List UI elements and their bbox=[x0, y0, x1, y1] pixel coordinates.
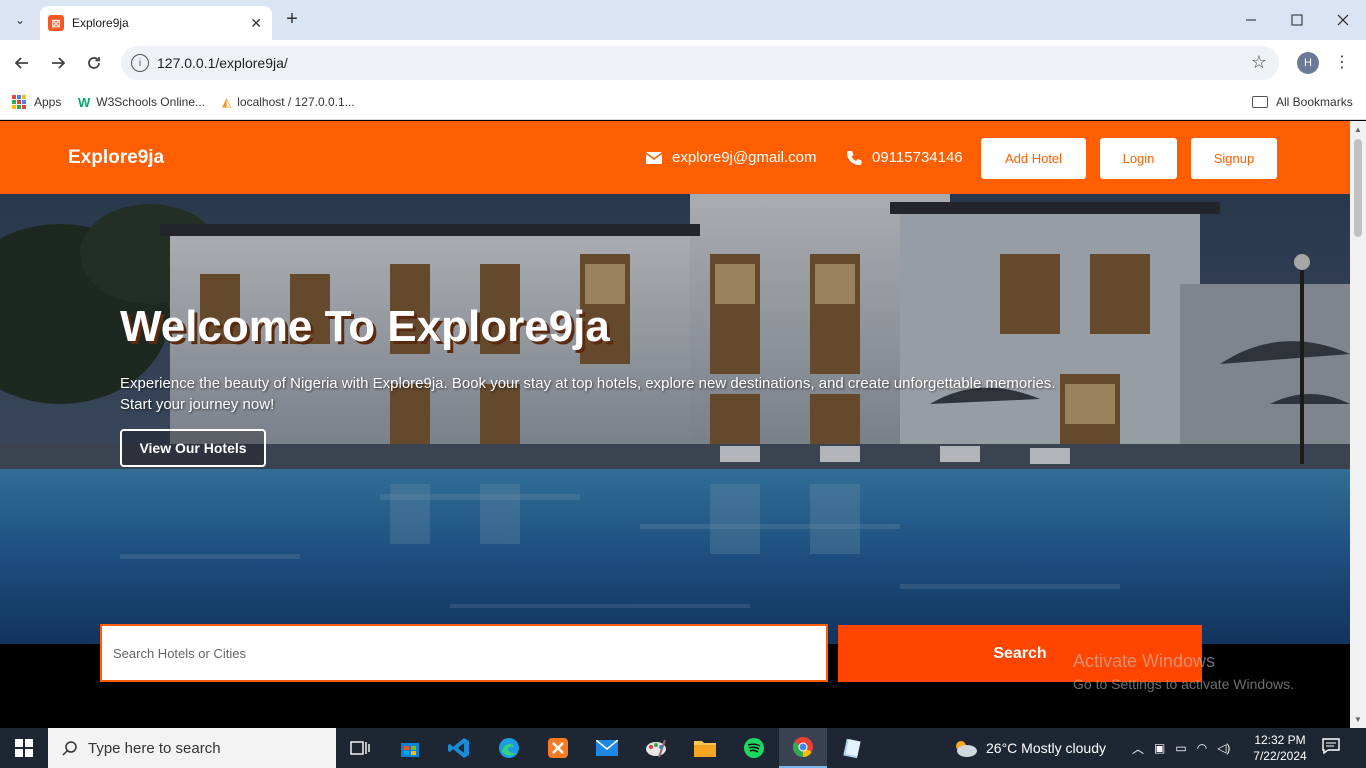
vscode-icon[interactable] bbox=[435, 728, 483, 768]
hero-title: Welcome To Explore9ja bbox=[120, 302, 610, 351]
battery-icon[interactable]: ▭ bbox=[1175, 741, 1186, 755]
contact-phone-text: 09115734146 bbox=[872, 149, 963, 166]
wifi-icon[interactable]: ◠ bbox=[1197, 741, 1207, 755]
scroll-down-arrow-icon[interactable]: ▼ bbox=[1354, 715, 1362, 724]
site-info-icon[interactable]: i bbox=[131, 54, 149, 72]
notes-app-icon[interactable] bbox=[828, 728, 876, 768]
weather-widget[interactable]: 26°C Mostly cloudy bbox=[952, 728, 1106, 768]
browser-tab[interactable]: ⊠ Explore9ja ✕ bbox=[40, 6, 272, 40]
phpmyadmin-icon: ◭ bbox=[222, 95, 232, 109]
site-header: Explore9ja explore9j@gmail.com 091157341… bbox=[0, 121, 1350, 194]
scroll-up-arrow-icon[interactable]: ▲ bbox=[1354, 125, 1362, 134]
all-bookmarks[interactable]: All Bookmarks bbox=[1252, 93, 1353, 111]
spotify-icon[interactable] bbox=[730, 728, 778, 768]
browser-tab-strip: ⌄ ⊠ Explore9ja ✕ + bbox=[0, 0, 1366, 40]
folder-icon bbox=[1252, 96, 1268, 108]
bookmark-w3schools[interactable]: W W3Schools Online... bbox=[78, 93, 205, 111]
site-brand[interactable]: Explore9ja bbox=[68, 147, 164, 169]
apps-grid-icon bbox=[12, 95, 26, 109]
cloudy-weather-icon bbox=[956, 741, 977, 757]
scroll-thumb[interactable] bbox=[1354, 139, 1362, 237]
paint-icon[interactable] bbox=[632, 728, 680, 768]
maximize-window-icon[interactable] bbox=[1274, 0, 1320, 40]
xampp-icon[interactable] bbox=[534, 728, 582, 768]
phone-icon bbox=[847, 150, 862, 165]
chrome-icon[interactable] bbox=[779, 728, 827, 768]
page-scrollbar[interactable]: ▲ ▼ bbox=[1350, 121, 1366, 728]
taskbar-search-placeholder: Type here to search bbox=[88, 739, 221, 757]
mail-icon[interactable] bbox=[583, 728, 631, 768]
w3schools-icon: W bbox=[78, 94, 91, 110]
search-icon bbox=[62, 741, 77, 756]
contact-email-text: explore9j@gmail.com bbox=[672, 149, 817, 166]
system-tray[interactable]: ︿ ▣ ▭ ◠ ◁) bbox=[1132, 728, 1230, 768]
meet-now-icon[interactable]: ▣ bbox=[1154, 741, 1165, 755]
signup-button[interactable]: Signup bbox=[1191, 138, 1277, 179]
new-tab-button[interactable]: + bbox=[282, 9, 302, 31]
close-tab-icon[interactable]: ✕ bbox=[250, 15, 262, 32]
windows-start-icon[interactable] bbox=[0, 728, 48, 768]
reload-icon[interactable] bbox=[82, 51, 106, 75]
bookmark-localhost-label: localhost / 127.0.0.1... bbox=[237, 95, 355, 109]
hero-description: Experience the beauty of Nigeria with Ex… bbox=[120, 375, 1056, 413]
view-hotels-button[interactable]: View Our Hotels bbox=[120, 429, 266, 467]
all-bookmarks-label: All Bookmarks bbox=[1276, 95, 1353, 109]
notification-center-icon[interactable] bbox=[1322, 738, 1342, 758]
clock-date: 7/22/2024 bbox=[1253, 749, 1307, 763]
chevron-up-icon[interactable]: ︿ bbox=[1132, 740, 1144, 757]
tab-search-chevron-icon[interactable]: ⌄ bbox=[8, 8, 32, 32]
hero-section: Welcome To Explore9ja Experience the bea… bbox=[0, 194, 1350, 644]
address-bar[interactable]: i 127.0.0.1/explore9ja/ ☆ bbox=[121, 46, 1279, 80]
xampp-favicon-icon: ⊠ bbox=[48, 15, 64, 31]
envelope-icon bbox=[646, 151, 662, 164]
hotel-pool-hero-image bbox=[0, 194, 1350, 644]
profile-avatar[interactable]: H bbox=[1297, 52, 1319, 74]
edge-browser-icon[interactable] bbox=[485, 728, 533, 768]
microsoft-store-icon[interactable] bbox=[386, 728, 434, 768]
activate-windows-watermark: Activate Windows Go to Settings to activ… bbox=[1073, 651, 1294, 692]
close-window-icon[interactable] bbox=[1320, 0, 1366, 40]
login-button[interactable]: Login bbox=[1100, 138, 1177, 179]
windows-taskbar: Type here to search 26°C Mostly cloudy ︿… bbox=[0, 728, 1366, 768]
back-arrow-icon[interactable] bbox=[10, 51, 34, 75]
search-input[interactable] bbox=[100, 624, 828, 682]
task-view-icon[interactable] bbox=[336, 728, 384, 768]
tab-title: Explore9ja bbox=[72, 16, 129, 30]
speaker-icon[interactable]: ◁) bbox=[1217, 741, 1230, 755]
browser-toolbar: i 127.0.0.1/explore9ja/ ☆ bbox=[0, 40, 1366, 86]
watermark-subtitle: Go to Settings to activate Windows. bbox=[1073, 676, 1294, 692]
browser-menu-icon[interactable]: ⋮ bbox=[1334, 52, 1350, 74]
page-viewport: Explore9ja explore9j@gmail.com 091157341… bbox=[0, 121, 1366, 728]
bookmark-w3schools-label: W3Schools Online... bbox=[96, 95, 205, 109]
weather-text: 26°C Mostly cloudy bbox=[986, 740, 1106, 756]
bookmark-apps[interactable]: Apps bbox=[12, 93, 61, 111]
url-text[interactable]: 127.0.0.1/explore9ja/ bbox=[157, 55, 288, 71]
add-hotel-button[interactable]: Add Hotel bbox=[981, 138, 1086, 179]
watermark-title: Activate Windows bbox=[1073, 651, 1216, 671]
bookmark-star-icon[interactable]: ☆ bbox=[1251, 52, 1267, 73]
contact-phone[interactable]: 09115734146 bbox=[846, 149, 963, 166]
file-explorer-icon[interactable] bbox=[681, 728, 729, 768]
bookmarks-bar: Apps W W3Schools Online... ◭ localhost /… bbox=[0, 86, 1366, 120]
clock-time: 12:32 PM bbox=[1254, 733, 1306, 747]
bookmark-apps-label: Apps bbox=[34, 95, 62, 109]
minimize-window-icon[interactable] bbox=[1228, 0, 1274, 40]
forward-arrow-icon[interactable] bbox=[46, 51, 70, 75]
taskbar-search-box[interactable]: Type here to search bbox=[48, 728, 336, 768]
bookmark-localhost[interactable]: ◭ localhost / 127.0.0.1... bbox=[222, 93, 355, 111]
contact-email[interactable]: explore9j@gmail.com bbox=[646, 149, 816, 166]
taskbar-clock[interactable]: 12:32 PM 7/22/2024 bbox=[1252, 732, 1308, 764]
